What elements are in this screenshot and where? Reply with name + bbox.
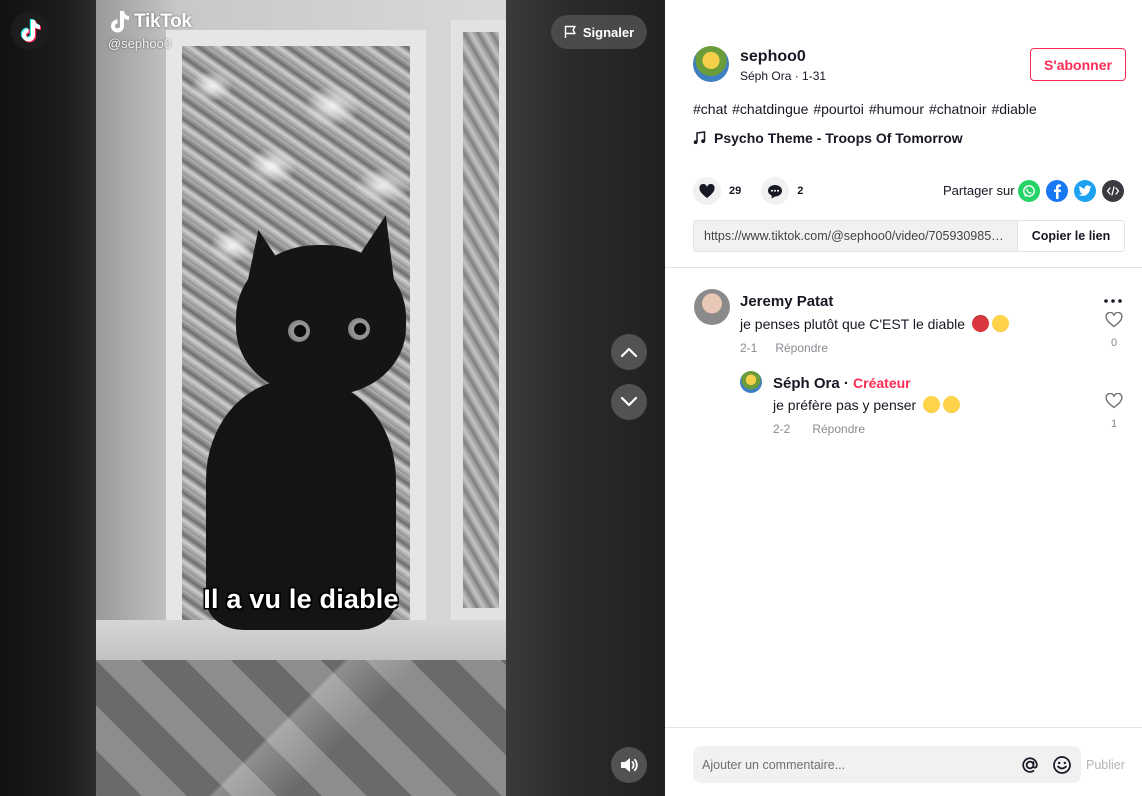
devil-emoji-icon (972, 315, 990, 332)
mention-button[interactable] (1017, 752, 1043, 778)
video-caption: Il a vu le diable (203, 584, 399, 614)
hashtag[interactable]: #chatnoir (929, 101, 987, 117)
comment-like-count: 0 (1110, 337, 1118, 349)
like-button[interactable] (693, 177, 721, 205)
comment-input-bar (693, 746, 1081, 783)
speaker-icon (621, 758, 638, 772)
watermark-username: @sephoo0 (108, 36, 172, 51)
author-subline: Séph Ora · 1-31 (740, 69, 826, 83)
engagement-bar: 29 2 (693, 177, 823, 205)
hashtag[interactable]: #chatdingue (732, 101, 808, 117)
comment-count: 2 (797, 185, 804, 197)
sweat-smile-emoji-icon (943, 396, 961, 413)
divider (665, 727, 1142, 728)
chevron-up-icon (620, 347, 638, 358)
creator-badge: Créateur (853, 375, 911, 391)
author-username[interactable]: sephoo0 (740, 48, 806, 66)
author-separator: · (791, 69, 803, 83)
facebook-icon[interactable] (1046, 180, 1068, 202)
comment-meta: 2-1 Répondre (740, 341, 828, 355)
reply-button[interactable]: Répondre (812, 422, 865, 436)
video-panel: Il a vu le diable TikTok @sephoo0 Signal… (0, 0, 665, 796)
divider (665, 267, 1142, 268)
author-avatar[interactable] (693, 46, 729, 82)
music-note-icon (693, 131, 706, 145)
cat-eye-left (288, 320, 310, 342)
flag-icon (564, 25, 576, 38)
replier-name-row: Séph Ora · Créateur (773, 375, 911, 392)
chevron-down-icon (620, 396, 638, 407)
publish-button[interactable]: Publier (1086, 758, 1125, 772)
previous-video-button[interactable] (611, 334, 647, 370)
watermark-brand: TikTok (134, 11, 192, 32)
details-panel: sephoo0 Séph Ora · 1-31 S'abonner #chat … (665, 0, 1142, 796)
badge-separator: · (839, 375, 854, 392)
video-scene-window-right (451, 20, 506, 620)
reply-date: 2-2 (773, 422, 791, 436)
reply-button[interactable]: Répondre (775, 341, 828, 355)
hashtag[interactable]: #diable (991, 101, 1036, 117)
comment-more-button[interactable] (1103, 291, 1123, 309)
at-sign-icon (1022, 756, 1038, 773)
reply-like[interactable]: 1 (1102, 392, 1126, 430)
smiley-icon (1053, 755, 1071, 774)
tiktok-logo-icon[interactable] (11, 12, 49, 50)
comment-date: 2-1 (740, 341, 758, 355)
laughing-emoji-icon (992, 315, 1010, 332)
copy-link-button[interactable]: Copier le lien (1017, 221, 1124, 251)
video-watermark: TikTok @sephoo0 (108, 10, 192, 51)
sweat-smile-emoji-icon (923, 396, 941, 413)
reply-meta: 2-2 Répondre (773, 422, 865, 436)
hashtag[interactable]: #humour (869, 101, 924, 117)
video-link-box: https://www.tiktok.com/@sephoo0/video/70… (693, 220, 1125, 252)
replier-avatar[interactable] (740, 371, 762, 393)
commenter-avatar[interactable] (694, 289, 730, 325)
comment-body: je penses plutôt que C'EST le diable (740, 315, 966, 332)
heart-icon (699, 183, 715, 198)
replier-name[interactable]: Séph Ora (773, 375, 840, 392)
hashtag[interactable]: #chat (693, 101, 727, 117)
hashtag-list: #chat #chatdingue #pourtoi #humour #chat… (693, 101, 1037, 117)
video-link-url[interactable]: https://www.tiktok.com/@sephoo0/video/70… (694, 221, 1017, 251)
like-count: 29 (729, 185, 742, 197)
music-link[interactable]: Psycho Theme - Troops Of Tomorrow (693, 130, 963, 146)
reply-body: je préfère pas y penser (773, 396, 917, 413)
heart-outline-icon (1105, 311, 1123, 328)
post-date: 1-31 (802, 69, 827, 83)
comment-input[interactable] (693, 757, 1017, 772)
report-button[interactable]: Signaler (551, 15, 647, 49)
embed-icon[interactable] (1102, 180, 1124, 202)
author-nickname: Séph Ora (740, 69, 792, 83)
comment-text: je penses plutôt que C'EST le diable (740, 315, 1010, 332)
tiktok-note-icon (111, 11, 129, 33)
cat-eye-right (348, 318, 370, 340)
whatsapp-icon[interactable] (1018, 180, 1040, 202)
video-player[interactable]: Il a vu le diable (96, 0, 506, 796)
more-dots-icon (1104, 299, 1122, 303)
comment-button[interactable] (761, 177, 790, 205)
hashtag[interactable]: #pourtoi (813, 101, 864, 117)
comment-bubble-icon (768, 184, 783, 198)
next-video-button[interactable] (611, 384, 647, 420)
heart-outline-icon (1105, 392, 1123, 409)
follow-button[interactable]: S'abonner (1030, 48, 1126, 81)
reply-like-count: 1 (1110, 418, 1118, 430)
music-title: Psycho Theme - Troops Of Tomorrow (714, 130, 963, 146)
report-label: Signaler (582, 24, 635, 40)
twitter-icon[interactable] (1074, 180, 1096, 202)
volume-button[interactable] (611, 747, 647, 783)
comment-like[interactable]: 0 (1102, 311, 1126, 349)
share-label: Partager sur (943, 183, 1015, 198)
emoji-button[interactable] (1049, 752, 1075, 778)
tiktok-video-page: Il a vu le diable TikTok @sephoo0 Signal… (0, 0, 1142, 796)
commenter-name[interactable]: Jeremy Patat (740, 293, 833, 310)
video-scene-blanket (96, 660, 506, 796)
cat-head (236, 245, 406, 395)
reply-text: je préfère pas y penser (773, 396, 961, 413)
